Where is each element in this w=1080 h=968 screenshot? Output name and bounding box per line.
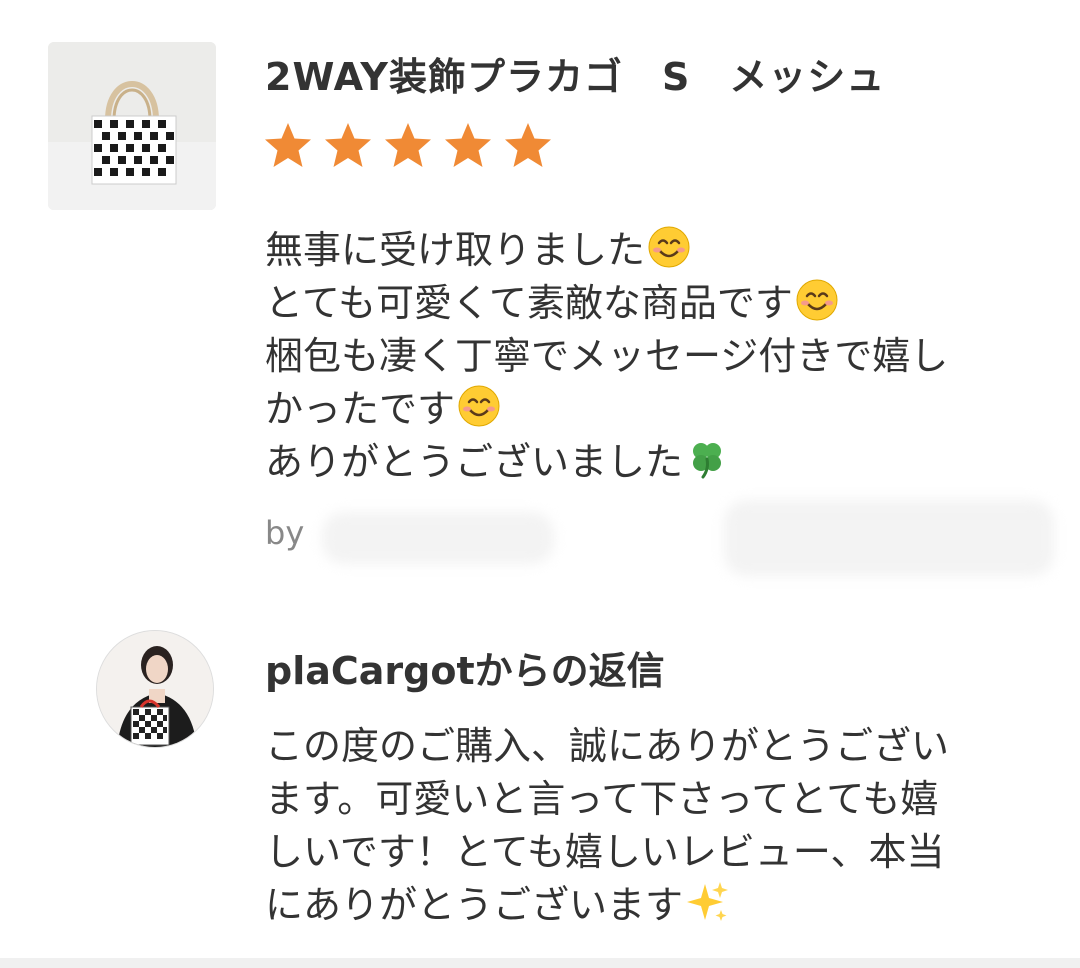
star-icon	[325, 123, 371, 167]
product-thumbnail[interactable]	[48, 42, 216, 210]
seller-avatar[interactable]	[96, 630, 214, 748]
four-leaf-clover-emoji	[693, 443, 722, 479]
review-comment: 無事に受け取りました とても可愛くて素敵な商品です 梱包も凄く丁寧でメッセージ付…	[265, 224, 1045, 489]
reply-line: にありがとうございます	[265, 879, 1045, 932]
reviewer-byline: by	[265, 514, 304, 552]
seller-reply-section: plaCargotからの返信 この度のご購入、誠にありがとうござい ます。可愛い…	[0, 620, 1080, 950]
comment-line: ありがとうございました	[265, 436, 1045, 489]
reply-line: この度のご購入、誠にありがとうござい	[265, 724, 950, 768]
smiling-face-emoji	[648, 226, 690, 268]
comment-line: 梱包も凄く丁寧でメッセージ付きで嬉し	[265, 334, 949, 378]
review-section: 2WAY装飾プラカゴ S メッシュ 無事に受け取りました とても可愛くて素敵な商…	[0, 0, 1080, 600]
comment-line: 無事に受け取りました	[265, 224, 1045, 277]
star-icon	[445, 123, 491, 167]
star-icon	[505, 123, 551, 167]
redacted-review-date	[724, 500, 1054, 576]
reply-title: plaCargotからの返信	[265, 649, 665, 693]
smiling-face-emoji	[796, 279, 838, 321]
comment-line: とても可愛くて素敵な商品です	[265, 277, 1045, 330]
star-icon	[385, 123, 431, 167]
smiling-face-emoji	[458, 385, 500, 427]
reply-body: この度のご購入、誠にありがとうござい ます。可愛いと言って下さってとても嬉 しい…	[265, 720, 1045, 932]
star-rating	[262, 120, 554, 172]
star-icon	[265, 123, 311, 167]
redacted-reviewer-name	[322, 512, 554, 564]
by-label: by	[265, 514, 305, 552]
reply-line: しいです！とても嬉しいレビュー、本当	[265, 830, 945, 874]
product-title[interactable]: 2WAY装飾プラカゴ S メッシュ	[265, 46, 885, 101]
sparkles-emoji	[687, 882, 729, 921]
reply-line: ます。可愛いと言って下さってとても嬉	[265, 777, 939, 821]
comment-line: かったです	[265, 383, 1045, 436]
bottom-divider	[0, 958, 1080, 968]
